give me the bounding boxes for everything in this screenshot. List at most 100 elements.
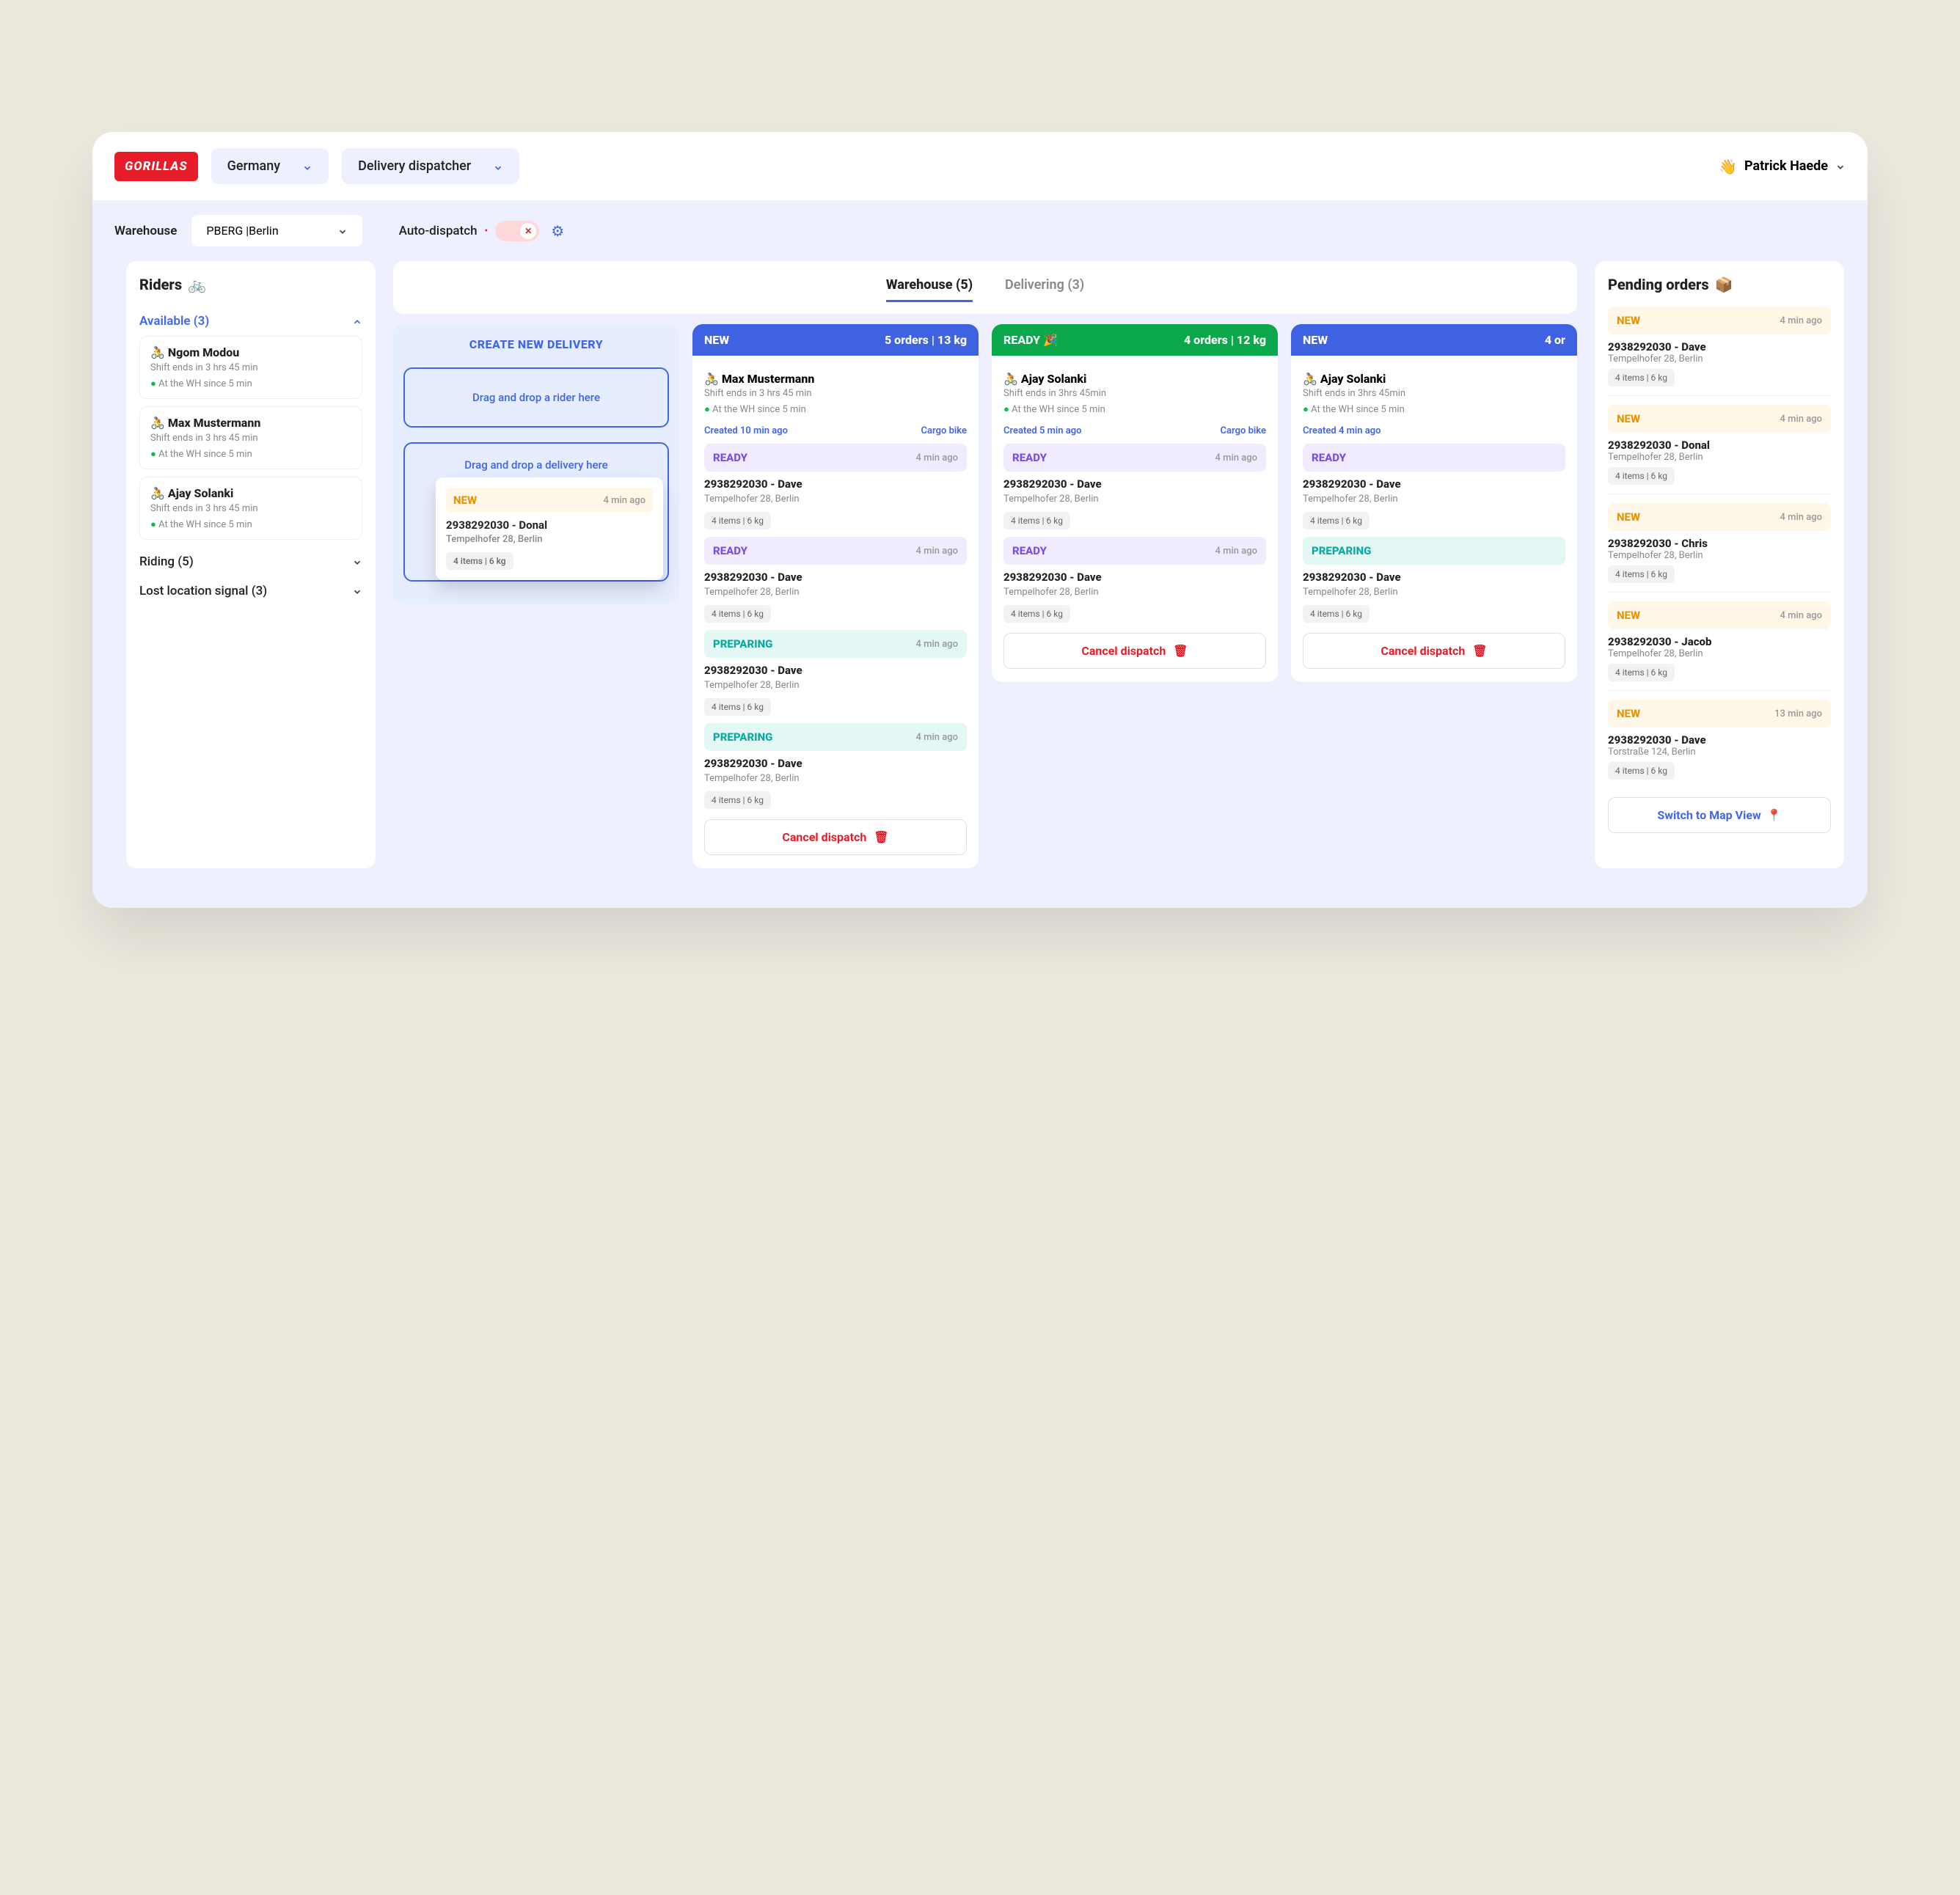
dispatch-column: READY 🎉 4 orders | 12 kg 🚴 Ajay Solanki … [992, 324, 1278, 682]
chevron-down-icon [493, 161, 503, 172]
user-name: Patrick Haede [1744, 158, 1828, 174]
order-time: 4 min ago [1780, 610, 1822, 621]
order-time: 4 min ago [604, 495, 646, 506]
pending-order-card[interactable]: NEW 4 min ago 2938292030 - Dave Tempelho… [1608, 307, 1831, 396]
dispatch-column: NEW 4 or 🚴 Ajay Solanki Shift ends in 3h… [1291, 324, 1577, 682]
pending-list: NEW 4 min ago 2938292030 - Dave Tempelho… [1608, 307, 1831, 788]
rider-status: ● At the WH since 5 min [150, 518, 351, 530]
cancel-label: Cancel dispatch [782, 830, 866, 844]
chevron-down-icon [1835, 161, 1846, 172]
available-label: Available (3) [139, 314, 209, 329]
column-meta: 4 or [1545, 333, 1565, 347]
bicycle-icon: 🚲 [188, 276, 206, 293]
order-card[interactable]: PREPARING 4 min ago 2938292030 - Dave Te… [704, 630, 967, 716]
assigned-rider: 🚴 Ajay Solanki Shift ends in 3hrs 45min … [1303, 372, 1565, 415]
rider-list: 🚴 Ngom Modou Shift ends in 3 hrs 45 min … [139, 336, 362, 540]
assigned-rider: 🚴 Max Mustermann Shift ends in 3 hrs 45 … [704, 372, 967, 415]
order-time: 4 min ago [1780, 512, 1822, 523]
warehouse-select[interactable]: PBERG |Berlin [191, 215, 362, 246]
order-title: 2938292030 - Donal [1608, 439, 1831, 452]
available-section-toggle[interactable]: Available (3) [139, 307, 362, 336]
view-label: Delivery dispatcher [358, 158, 471, 174]
order-title: 2938292030 - Dave [704, 477, 967, 491]
rider-status: ● At the WH since 5 min [150, 448, 351, 460]
order-title: 2938292030 - Dave [1608, 733, 1831, 747]
order-items-pill: 4 items | 6 kg [1003, 512, 1070, 529]
rider-name: 🚴 Ngom Modou [150, 345, 351, 359]
user-menu[interactable]: 👋 Patrick Haede [1719, 158, 1846, 175]
order-card[interactable]: READY 4 min ago 2938292030 - Dave Tempel… [1003, 537, 1266, 623]
wave-icon: 👋 [1719, 158, 1737, 175]
order-status: NEW [1617, 707, 1640, 720]
order-title: 2938292030 - Donal [446, 518, 653, 532]
rider-card[interactable]: 🚴 Max Mustermann Shift ends in 3 hrs 45 … [139, 406, 362, 469]
rider-shift: Shift ends in 3 hrs 45 min [150, 503, 351, 514]
rider-name: 🚴 Max Mustermann [704, 372, 967, 386]
rider-card[interactable]: 🚴 Ngom Modou Shift ends in 3 hrs 45 min … [139, 336, 362, 399]
rider-card[interactable]: 🚴 Ajay Solanki Shift ends in 3 hrs 45 mi… [139, 477, 362, 540]
created-time: Created 10 min ago [704, 425, 788, 436]
order-address: Tempelhofer 28, Berlin [1303, 587, 1565, 598]
order-time: 4 min ago [916, 546, 958, 557]
cancel-dispatch-button[interactable]: Cancel dispatch 🗑 [704, 819, 967, 855]
order-items-pill: 4 items | 6 kg [704, 605, 771, 623]
order-items-pill: 4 items | 6 kg [704, 698, 771, 716]
order-status: NEW [1617, 412, 1640, 425]
rider-shift: Shift ends in 3 hrs 45 min [150, 362, 351, 373]
pending-panel: Pending orders 📦 NEW 4 min ago 293829203… [1595, 261, 1844, 868]
drop-rider-zone[interactable]: Drag and drop a rider here [403, 367, 669, 428]
created-time: Created 4 min ago [1303, 425, 1381, 436]
dispatch-column: NEW 5 orders | 13 kg 🚴 Max Mustermann Sh… [692, 324, 979, 868]
chevron-down-icon [352, 586, 362, 596]
order-address: Tempelhofer 28, Berlin [446, 534, 653, 545]
order-status: READY [1012, 451, 1047, 464]
order-status: PREPARING [1312, 544, 1371, 557]
order-time: 4 min ago [916, 452, 958, 463]
rider-name: 🚴 Ajay Solanki [1303, 372, 1565, 386]
pending-order-card[interactable]: NEW 13 min ago 2938292030 - Dave Torstra… [1608, 700, 1831, 788]
order-card[interactable]: READY 4 min ago 2938292030 - Dave Tempel… [704, 537, 967, 623]
order-address: Tempelhofer 28, Berlin [1608, 353, 1831, 364]
order-status: READY [713, 451, 747, 464]
column-header: NEW 5 orders | 13 kg [692, 324, 979, 356]
order-address: Tempelhofer 28, Berlin [704, 494, 967, 505]
lost-section-toggle[interactable]: Lost location signal (3) [139, 576, 362, 606]
auto-dispatch-toggle[interactable] [495, 221, 539, 241]
order-card[interactable]: READY 4 min ago 2938292030 - Dave Tempel… [704, 444, 967, 529]
rider-name: 🚴 Ajay Solanki [150, 486, 351, 500]
order-status: READY [713, 544, 747, 557]
order-status: READY [1012, 544, 1047, 557]
order-title: 2938292030 - Dave [704, 664, 967, 677]
order-items-pill: 4 items | 6 kg [704, 791, 771, 809]
order-title: 2938292030 - Dave [704, 571, 967, 584]
switch-map-view-button[interactable]: Switch to Map View 📍 [1608, 797, 1831, 833]
dragging-order-card[interactable]: NEW 4 min ago 2938292030 - Donal Tempelh… [436, 477, 663, 580]
pending-order-card[interactable]: NEW 4 min ago 2938292030 - Chris Tempelh… [1608, 503, 1831, 593]
order-time: 4 min ago [916, 639, 958, 650]
created-time: Created 5 min ago [1003, 425, 1082, 436]
order-card[interactable]: READY 2938292030 - Dave Tempelhofer 28, … [1303, 444, 1565, 529]
riders-title: Riders 🚲 [139, 276, 362, 293]
view-dropdown[interactable]: Delivery dispatcher [342, 148, 519, 184]
rider-name: 🚴 Max Mustermann [150, 416, 351, 430]
riding-section-toggle[interactable]: Riding (5) [139, 547, 362, 576]
pending-order-card[interactable]: NEW 4 min ago 2938292030 - Jacob Tempelh… [1608, 601, 1831, 691]
country-dropdown[interactable]: Germany [211, 148, 329, 184]
tab-warehouse[interactable]: Warehouse (5) [886, 273, 973, 302]
order-card[interactable]: PREPARING 4 min ago 2938292030 - Dave Te… [704, 723, 967, 809]
cancel-dispatch-button[interactable]: Cancel dispatch 🗑 [1303, 633, 1565, 669]
warehouse-value: PBERG |Berlin [206, 224, 278, 238]
vehicle-type: Cargo bike [921, 425, 967, 436]
cancel-dispatch-button[interactable]: Cancel dispatch 🗑 [1003, 633, 1266, 669]
gear-icon[interactable]: ⚙ [551, 222, 564, 240]
order-card[interactable]: READY 4 min ago 2938292030 - Dave Tempel… [1003, 444, 1266, 529]
drop-delivery-zone[interactable]: Drag and drop a delivery here NEW 4 min … [403, 442, 669, 582]
order-status: PREPARING [713, 730, 772, 744]
order-card[interactable]: PREPARING 2938292030 - Dave Tempelhofer … [1303, 537, 1565, 623]
pending-order-card[interactable]: NEW 4 min ago 2938292030 - Donal Tempelh… [1608, 405, 1831, 494]
order-items-pill: 4 items | 6 kg [1303, 605, 1370, 623]
subheader: Warehouse PBERG |Berlin Auto-dispatch• ⚙… [92, 200, 1868, 908]
order-items-pill: 4 items | 6 kg [1608, 664, 1675, 681]
tab-delivering[interactable]: Delivering (3) [1005, 273, 1084, 302]
chevron-down-icon [302, 161, 312, 172]
